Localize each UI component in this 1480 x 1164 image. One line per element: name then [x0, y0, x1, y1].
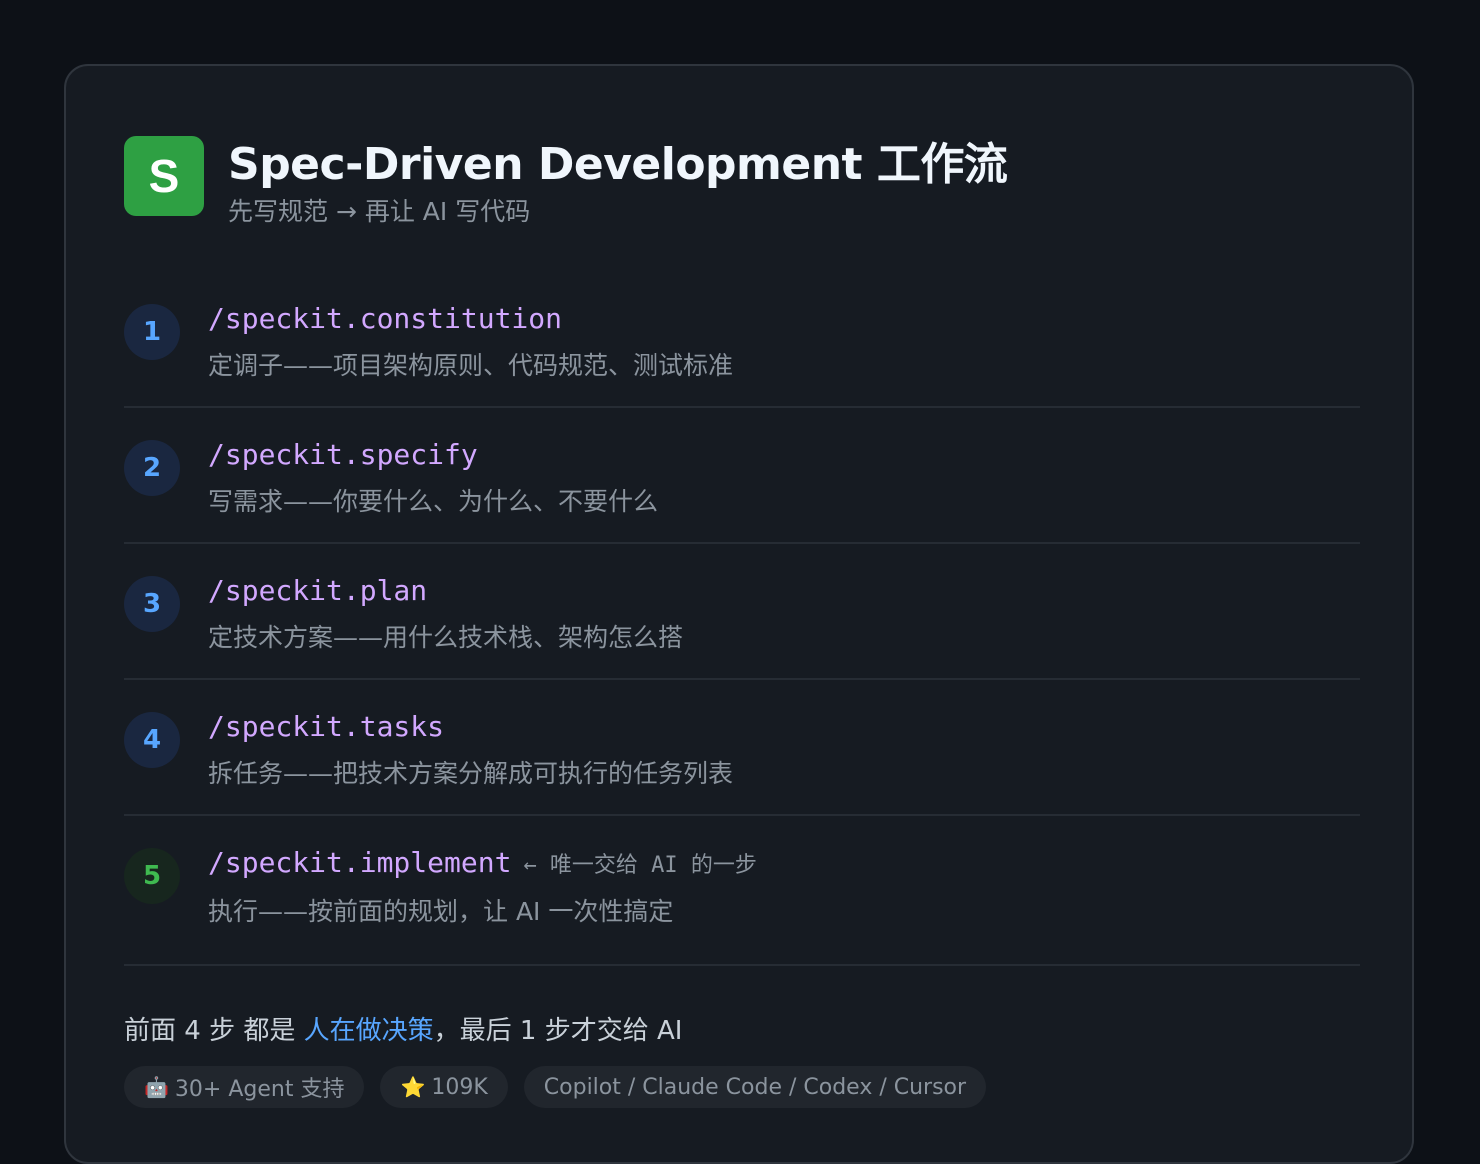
step-item-tasks: 4 /speckit.tasks 拆任务——把技术方案分解成可执行的任务列表 [124, 680, 1360, 816]
footer-summary: 前面 4 步 都是 人在做决策，最后 1 步才交给 AI [124, 1010, 682, 1047]
step-note: ← 唯一交给 AI 的一步 [523, 853, 757, 878]
step-number-badge: 1 [124, 304, 180, 360]
step-number-badge: 3 [124, 576, 180, 632]
workflow-card: S Spec-Driven Development 工作流 先写规范 → 再让 … [64, 64, 1414, 1164]
step-command[interactable]: /speckit.implement [208, 846, 511, 879]
footer-suffix: ，最后 1 步才交给 AI [433, 1016, 683, 1046]
robot-icon: 🤖 [144, 1075, 169, 1099]
logo-letter: S [148, 150, 180, 202]
agent-support-label: 30+ Agent 支持 [174, 1077, 345, 1102]
step-command[interactable]: /speckit.plan [208, 574, 427, 607]
footer-prefix: 前面 4 步 都是 [124, 1016, 304, 1046]
step-command[interactable]: /speckit.tasks [208, 710, 444, 743]
star-icon: ⭐ [400, 1075, 426, 1099]
step-number-badge: 5 [124, 848, 180, 904]
tools-badge: Copilot / Claude Code / Codex / Cursor [523, 1066, 987, 1108]
stars-count: 109K [431, 1074, 488, 1100]
step-description: 拆任务——把技术方案分解成可执行的任务列表 [208, 759, 734, 788]
step-item-implement: 5 /speckit.implement ← 唯一交给 AI 的一步 执行——按前… [124, 816, 1360, 966]
step-number-badge: 2 [124, 440, 180, 496]
step-list: 1 /speckit.constitution 定调子——项目架构原则、代码规范… [124, 272, 1360, 966]
step-item-specify: 2 /speckit.specify 写需求——你要什么、为什么、不要什么 [124, 408, 1360, 544]
step-item-plan: 3 /speckit.plan 定技术方案——用什么技术栈、架构怎么搭 [124, 544, 1360, 680]
step-description: 执行——按前面的规划，让 AI 一次性搞定 [208, 897, 674, 926]
agent-support-badge: 🤖 30+ Agent 支持 [124, 1066, 365, 1108]
step-command[interactable]: /speckit.specify [208, 438, 478, 471]
step-item-constitution: 1 /speckit.constitution 定调子——项目架构原则、代码规范… [124, 272, 1360, 408]
page-subtitle: 先写规范 → 再让 AI 写代码 [228, 197, 531, 226]
tools-label: Copilot / Claude Code / Codex / Cursor [543, 1074, 967, 1100]
step-description: 定技术方案——用什么技术栈、架构怎么搭 [208, 623, 684, 652]
step-command[interactable]: /speckit.constitution [208, 302, 562, 335]
step-number-badge: 4 [124, 712, 180, 768]
footer-highlight: 人在做决策 [303, 1016, 434, 1046]
step-description: 写需求——你要什么、为什么、不要什么 [208, 487, 659, 516]
logo-icon: S [124, 136, 204, 216]
step-description: 定调子——项目架构原则、代码规范、测试标准 [208, 351, 734, 380]
page-title: Spec-Driven Development 工作流 [228, 139, 1008, 190]
stars-badge: ⭐ 109K [380, 1066, 508, 1108]
badge-row: 🤖 30+ Agent 支持 ⭐ 109K Copilot / Claude C… [124, 1066, 987, 1108]
